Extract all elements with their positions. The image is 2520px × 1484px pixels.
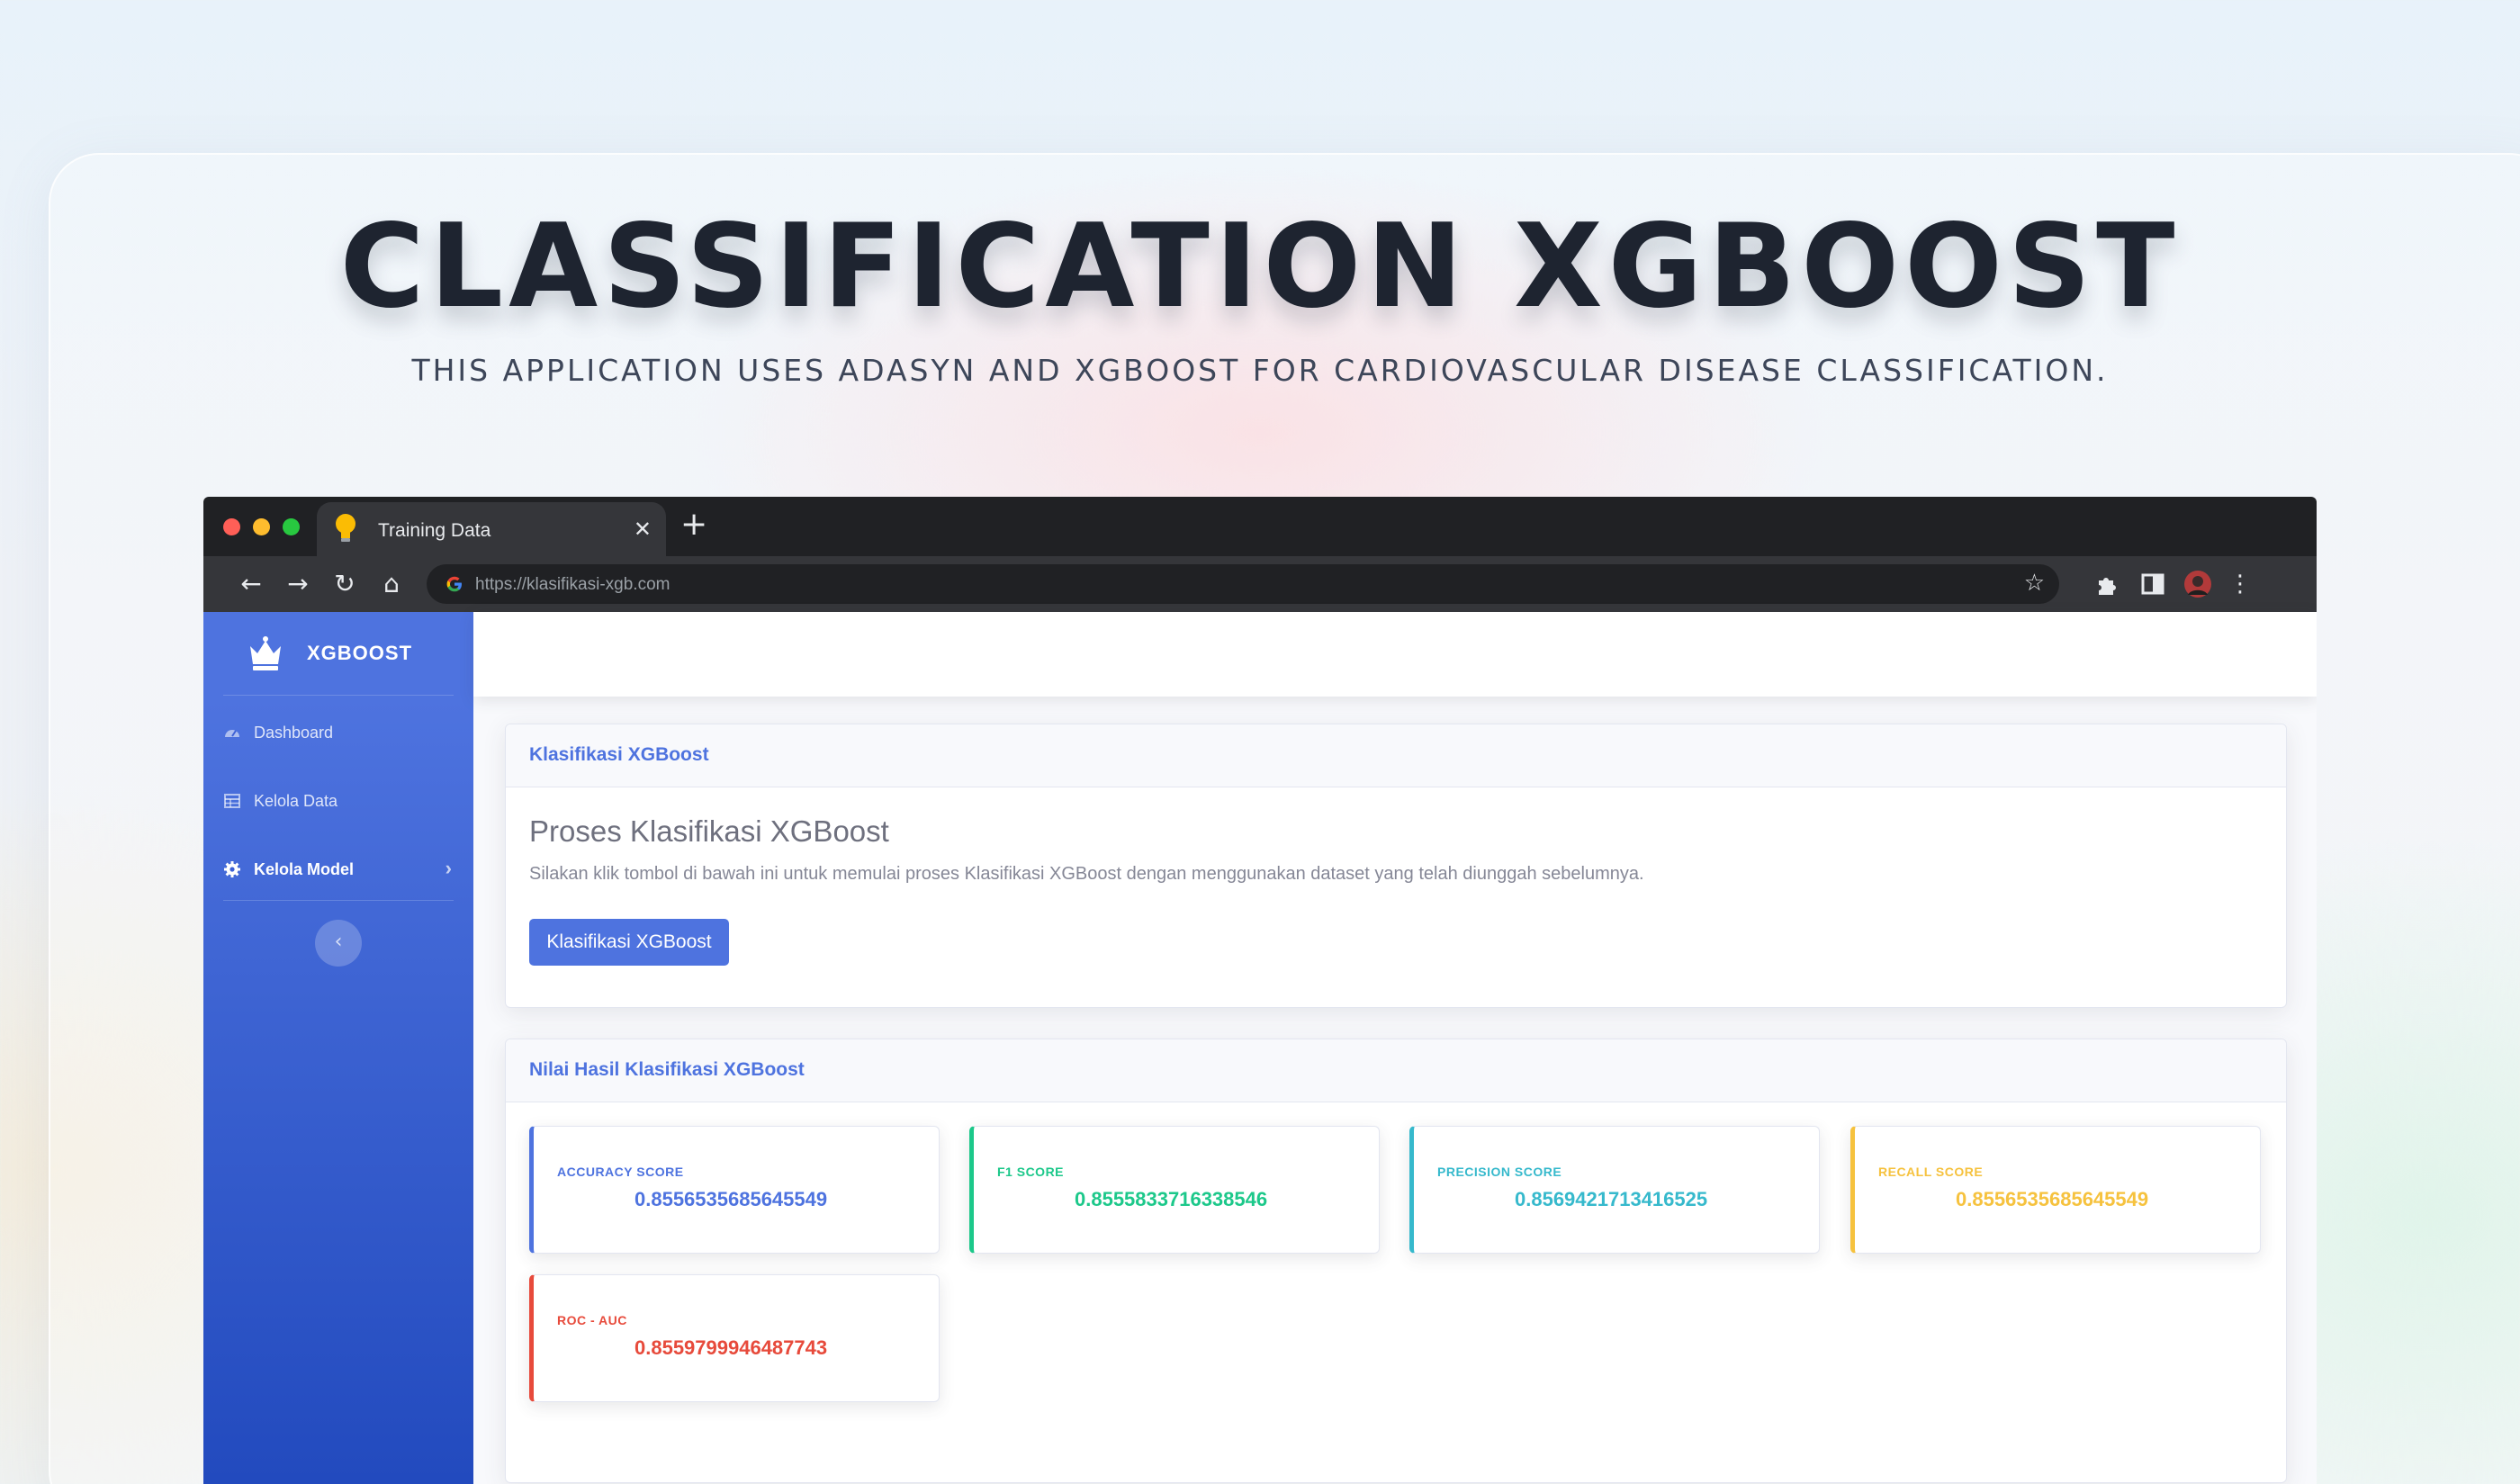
more-menu-icon[interactable]: ⋮: [2225, 569, 2255, 599]
metric-value: 0.8569421713416525: [1515, 1188, 1708, 1210]
sidebar-brand[interactable]: XGBOOST: [203, 612, 473, 695]
gauge-icon: [225, 730, 239, 737]
sidebar-divider: [223, 695, 454, 696]
minimize-window-button[interactable]: [253, 518, 270, 535]
recall-metric-card: RECALL SCORE 0.8556535685645549: [1850, 1126, 2261, 1254]
sidebar-divider: [223, 900, 454, 901]
process-card: Klasifikasi XGBoost Proses Klasifikasi X…: [505, 724, 2287, 1008]
metric-label: F1 SCORE: [997, 1165, 1065, 1179]
sidebar-item-label: Kelola Data: [254, 792, 338, 810]
sidebar-item-label: Dashboard: [254, 724, 334, 742]
results-card: Nilai Hasil Klasifikasi XGBoost ACCURACY…: [505, 1039, 2287, 1483]
close-window-button[interactable]: [223, 518, 240, 535]
maximize-window-button[interactable]: [283, 518, 300, 535]
home-icon[interactable]: ⌂: [376, 569, 407, 599]
metric-label: PRECISION SCORE: [1437, 1165, 1562, 1179]
new-tab-button[interactable]: +: [680, 506, 707, 543]
metric-label: ROC - AUC: [557, 1313, 627, 1327]
classify-button[interactable]: Klasifikasi XGBoost: [529, 919, 729, 966]
url-text: https://klasifikasi-xgb.com: [475, 575, 670, 594]
hero-title: CLASSIFICATION XGBOOST: [339, 200, 2181, 334]
close-tab-icon[interactable]: ✕: [634, 517, 652, 543]
browser-tab[interactable]: Training Data ✕: [317, 502, 666, 558]
metric-value: 0.8555833716338546: [1075, 1188, 1268, 1210]
card-header: Klasifikasi XGBoost: [506, 724, 2286, 787]
metric-label: ACCURACY SCORE: [557, 1165, 684, 1179]
sidebar-item-label: Kelola Model: [254, 860, 355, 878]
side-panel-icon[interactable]: [2138, 570, 2167, 598]
lightbulb-icon: [336, 514, 356, 542]
browser-window: Training Data ✕ + ← → ↻ ⌂ https://klasif…: [203, 497, 2317, 1484]
reload-icon[interactable]: ↻: [329, 569, 360, 599]
address-bar[interactable]: https://klasifikasi-xgb.com ☆: [427, 564, 2059, 604]
accuracy-metric-card: ACCURACY SCORE 0.8556535685645549: [529, 1126, 940, 1254]
sidebar-item-dashboard[interactable]: Dashboard: [223, 715, 454, 751]
card-header-title: Nilai Hasil Klasifikasi XGBoost: [529, 1059, 805, 1080]
profile-avatar[interactable]: [2183, 570, 2212, 598]
hero-subtitle: THIS APPLICATION USES ADASYN AND XGBOOST…: [411, 353, 2109, 388]
metric-label: RECALL SCORE: [1878, 1165, 1984, 1179]
bookmark-star-icon[interactable]: ☆: [2024, 570, 2045, 597]
browser-toolbar: ← → ↻ ⌂ https://klasifikasi-xgb.com ☆ ⋮: [203, 556, 2317, 612]
back-icon[interactable]: ←: [236, 569, 266, 599]
precision-metric-card: PRECISION SCORE 0.8569421713416525: [1409, 1126, 1820, 1254]
chevron-right-icon: ›: [445, 857, 452, 879]
brand-name: XGBOOST: [307, 642, 413, 664]
gear-icon: [224, 861, 240, 877]
sidebar-item-kelola-data[interactable]: Kelola Data: [223, 783, 454, 819]
sidebar-toggle-button[interactable]: ‹: [315, 920, 362, 967]
roc-auc-metric-card: ROC - AUC 0.8559799946487743: [529, 1274, 940, 1402]
forward-icon[interactable]: →: [283, 569, 313, 599]
app-viewport: XGBOOST Dashboard Kelola Data Kelola Mod…: [203, 612, 2317, 1484]
process-title: Proses Klasifikasi XGBoost: [529, 814, 889, 848]
tab-title: Training Data: [378, 520, 491, 541]
card-header-title: Klasifikasi XGBoost: [529, 744, 709, 765]
sidebar-item-kelola-model[interactable]: Kelola Model ›: [223, 851, 454, 887]
sidebar: XGBOOST Dashboard Kelola Data Kelola Mod…: [203, 612, 473, 1484]
crown-logo-icon: [250, 636, 281, 670]
extensions-icon[interactable]: [2093, 570, 2122, 598]
f1-metric-card: F1 SCORE 0.8555833716338546: [969, 1126, 1380, 1254]
process-description: Silakan klik tombol di bawah ini untuk m…: [529, 864, 1644, 884]
window-controls: [223, 518, 300, 535]
table-icon: [224, 794, 240, 808]
metric-value: 0.8556535685645549: [634, 1188, 828, 1210]
metric-value: 0.8559799946487743: [634, 1336, 828, 1359]
metric-value: 0.8556535685645549: [1956, 1188, 2149, 1210]
topbar: [473, 612, 2317, 697]
card-header: Nilai Hasil Klasifikasi XGBoost: [506, 1039, 2286, 1102]
tab-bar: Training Data ✕ +: [203, 497, 2317, 558]
google-icon: [446, 576, 462, 592]
